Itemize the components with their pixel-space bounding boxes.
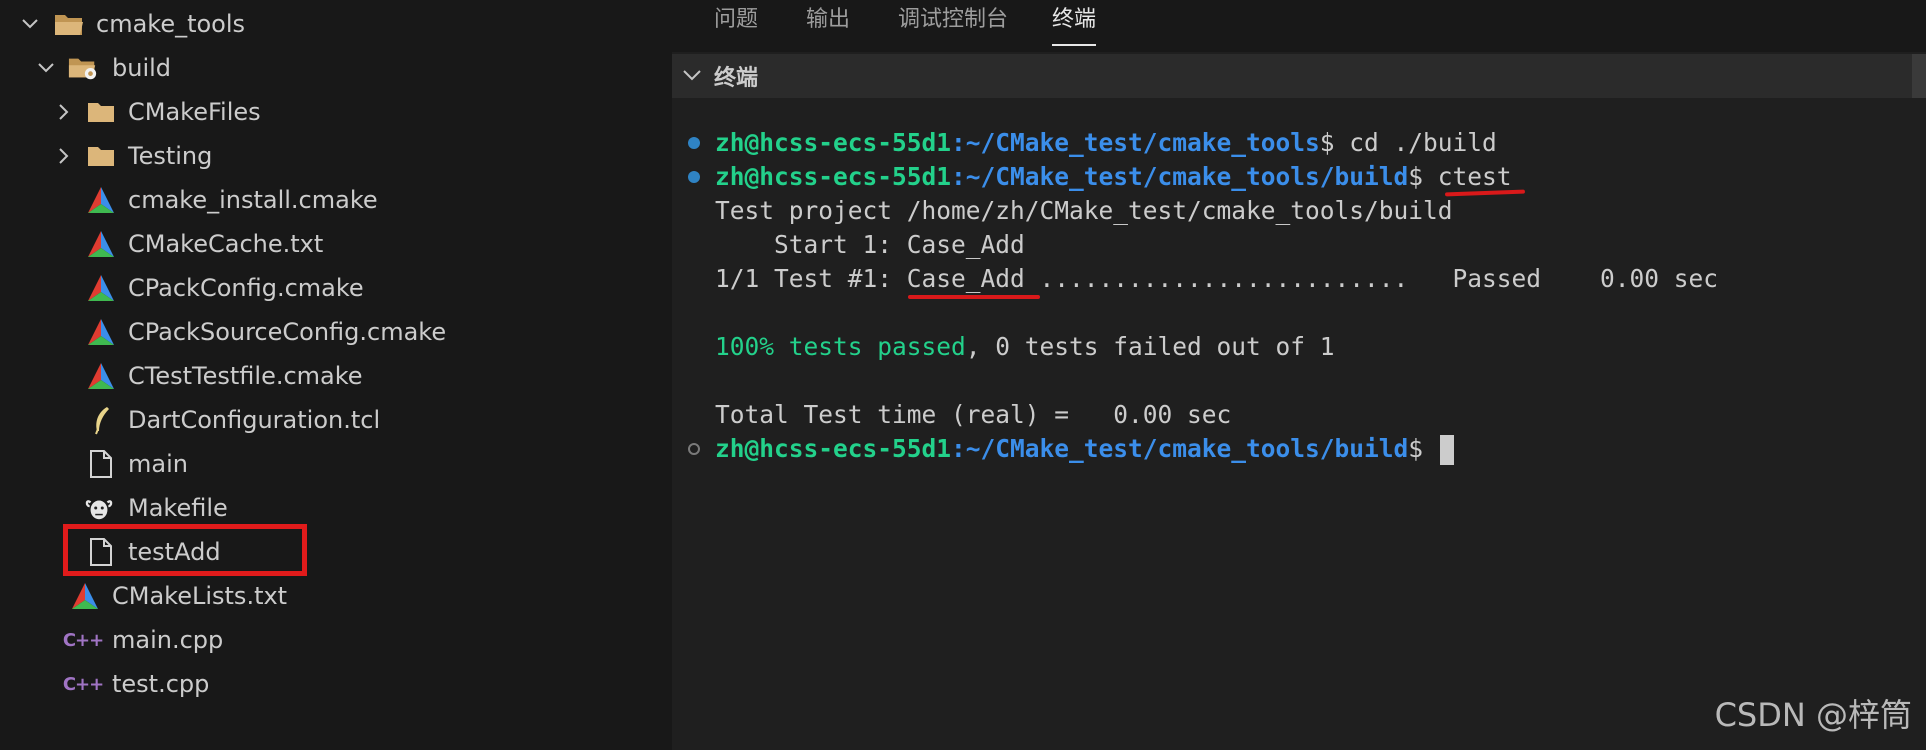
tree-item-main[interactable]: main [0,442,672,486]
terminal-line: zh@hcss-ecs-55d1:~/CMake_test/cmake_tool… [715,160,1512,194]
chevron-down-icon[interactable] [36,58,56,78]
tests-passed-summary: 100% tests passed [715,332,966,361]
tree-item-label: CTestTestfile.cmake [128,362,363,390]
tab-terminal[interactable]: 终端 [1052,0,1097,46]
test-name: Case_Add [906,264,1025,293]
tree-item-label: main [128,450,188,478]
tree-item-testing[interactable]: Testing [0,134,672,178]
terminal-line: Total Test time (real) = 0.00 sec [715,400,1232,429]
cmake-icon [86,229,116,259]
terminal-line: zh@hcss-ecs-55d1:~/CMake_test/cmake_tool… [715,432,1454,466]
command-success-decoration[interactable] [688,137,700,149]
terminal-header-label: 终端 [714,66,759,91]
terminal-output[interactable]: zh@hcss-ecs-55d1:~/CMake_test/cmake_tool… [672,120,1926,740]
chevron-down-icon[interactable] [20,14,40,34]
tree-item-label: DartConfiguration.tcl [128,406,381,434]
terminal-line: 1/1 Test #1: Case_Add ..................… [715,262,1718,296]
tree-item-test-cpp[interactable]: C++ test.cpp [0,662,672,706]
tree-item-cmake-tools[interactable]: cmake_tools [0,2,672,46]
cmake-icon [70,581,100,611]
prompt-path: :~/CMake_test/cmake_tools [951,128,1320,157]
tree-item-cmakecache[interactable]: CMakeCache.txt [0,222,672,266]
tree-item-ctesttestfile[interactable]: CTestTestfile.cmake [0,354,672,398]
panel-scrollbar[interactable] [1912,54,1926,98]
tree-item-cmake-install[interactable]: cmake_install.cmake [0,178,672,222]
command-text: $ cd ./build [1319,128,1497,157]
file-icon [86,449,116,479]
explorer-tree: cmake_tools build CMakeFiles Testing cma… [0,0,672,750]
tree-item-label: test.cpp [112,670,210,698]
tree-item-cmakelists[interactable]: CMakeLists.txt [0,574,672,618]
terminal-line: zh@hcss-ecs-55d1:~/CMake_test/cmake_tool… [715,126,1497,160]
prompt-symbol: $ [1408,162,1438,191]
tree-item-cmakefiles[interactable]: CMakeFiles [0,90,672,134]
watermark: CSDN @梓筒 [1714,696,1912,734]
tree-item-cpackconfig[interactable]: CPackConfig.cmake [0,266,672,310]
command-pending-decoration[interactable] [688,443,700,455]
tree-item-dartconfiguration[interactable]: DartConfiguration.tcl [0,398,672,442]
cmake-icon [86,317,116,347]
tab-debug-console[interactable]: 调试控制台 [898,0,1008,44]
chevron-right-icon[interactable] [54,102,74,122]
cmake-icon [86,361,116,391]
tree-item-label: CPackSourceConfig.cmake [128,318,447,346]
folder-icon [86,141,116,171]
cpp-icon: C++ [62,673,104,695]
tree-item-label: CMakeFiles [128,98,261,126]
cmake-icon [86,273,116,303]
cmake-icon [86,185,116,215]
folder-gear-icon [68,53,98,83]
command-success-decoration[interactable] [688,171,700,183]
feather-icon [86,405,116,435]
folder-open-icon [54,9,84,39]
terminal-cursor [1439,435,1454,465]
tree-item-label: cmake_tools [96,10,246,38]
annotation-highlight-box [63,524,307,576]
tree-item-label: build [112,54,172,82]
tree-item-label: Testing [128,142,213,170]
tree-item-build[interactable]: build [0,46,672,90]
terminal-section-header[interactable]: 终端 [672,54,1926,98]
tree-item-label: main.cpp [112,626,224,654]
tab-problems[interactable]: 问题 [714,0,758,44]
bottom-panel: 问题 输出 调试控制台 终端 终端 zh@hcss-ecs-55d1:~/CMa… [672,0,1926,750]
terminal-line: 100% tests passed, 0 tests failed out of… [715,330,1335,364]
vscode-window: cmake_tools build CMakeFiles Testing cma… [0,0,1926,750]
tests-failed-summary: , 0 tests failed out of 1 [965,332,1335,361]
prompt-symbol: $ [1408,434,1438,463]
tab-output[interactable]: 输出 [806,0,850,44]
prompt-user: zh@hcss-ecs-55d1 [715,128,952,157]
folder-icon [86,97,116,127]
gnu-icon [84,493,114,523]
prompt-user: zh@hcss-ecs-55d1 [715,434,952,463]
prompt-path: :~/CMake_test/cmake_tools/build [951,434,1409,463]
chevron-down-icon[interactable] [682,68,702,87]
tree-item-label: cmake_install.cmake [128,186,378,214]
tree-item-label: CMakeLists.txt [112,582,288,610]
terminal-line: Start 1: Case_Add [715,230,1025,259]
command-text: ctest [1437,162,1512,191]
annotation-underline [908,295,1040,299]
chevron-right-icon[interactable] [54,146,74,166]
tree-item-cpacksourceconfig[interactable]: CPackSourceConfig.cmake [0,310,672,354]
prompt-user: zh@hcss-ecs-55d1 [715,162,952,191]
terminal-line: Test project /home/zh/CMake_test/cmake_t… [715,196,1453,225]
test-prefix: 1/1 Test #1: [715,264,907,293]
cpp-icon: C++ [62,629,104,651]
prompt-path: :~/CMake_test/cmake_tools/build [951,162,1409,191]
tree-item-label: CMakeCache.txt [128,230,324,258]
tree-item-main-cpp[interactable]: C++ main.cpp [0,618,672,662]
tree-item-label: CPackConfig.cmake [128,274,364,302]
test-result: ......................... Passed 0.00 se… [1024,264,1719,293]
panel-tab-bar: 问题 输出 调试控制台 终端 [672,0,1926,52]
